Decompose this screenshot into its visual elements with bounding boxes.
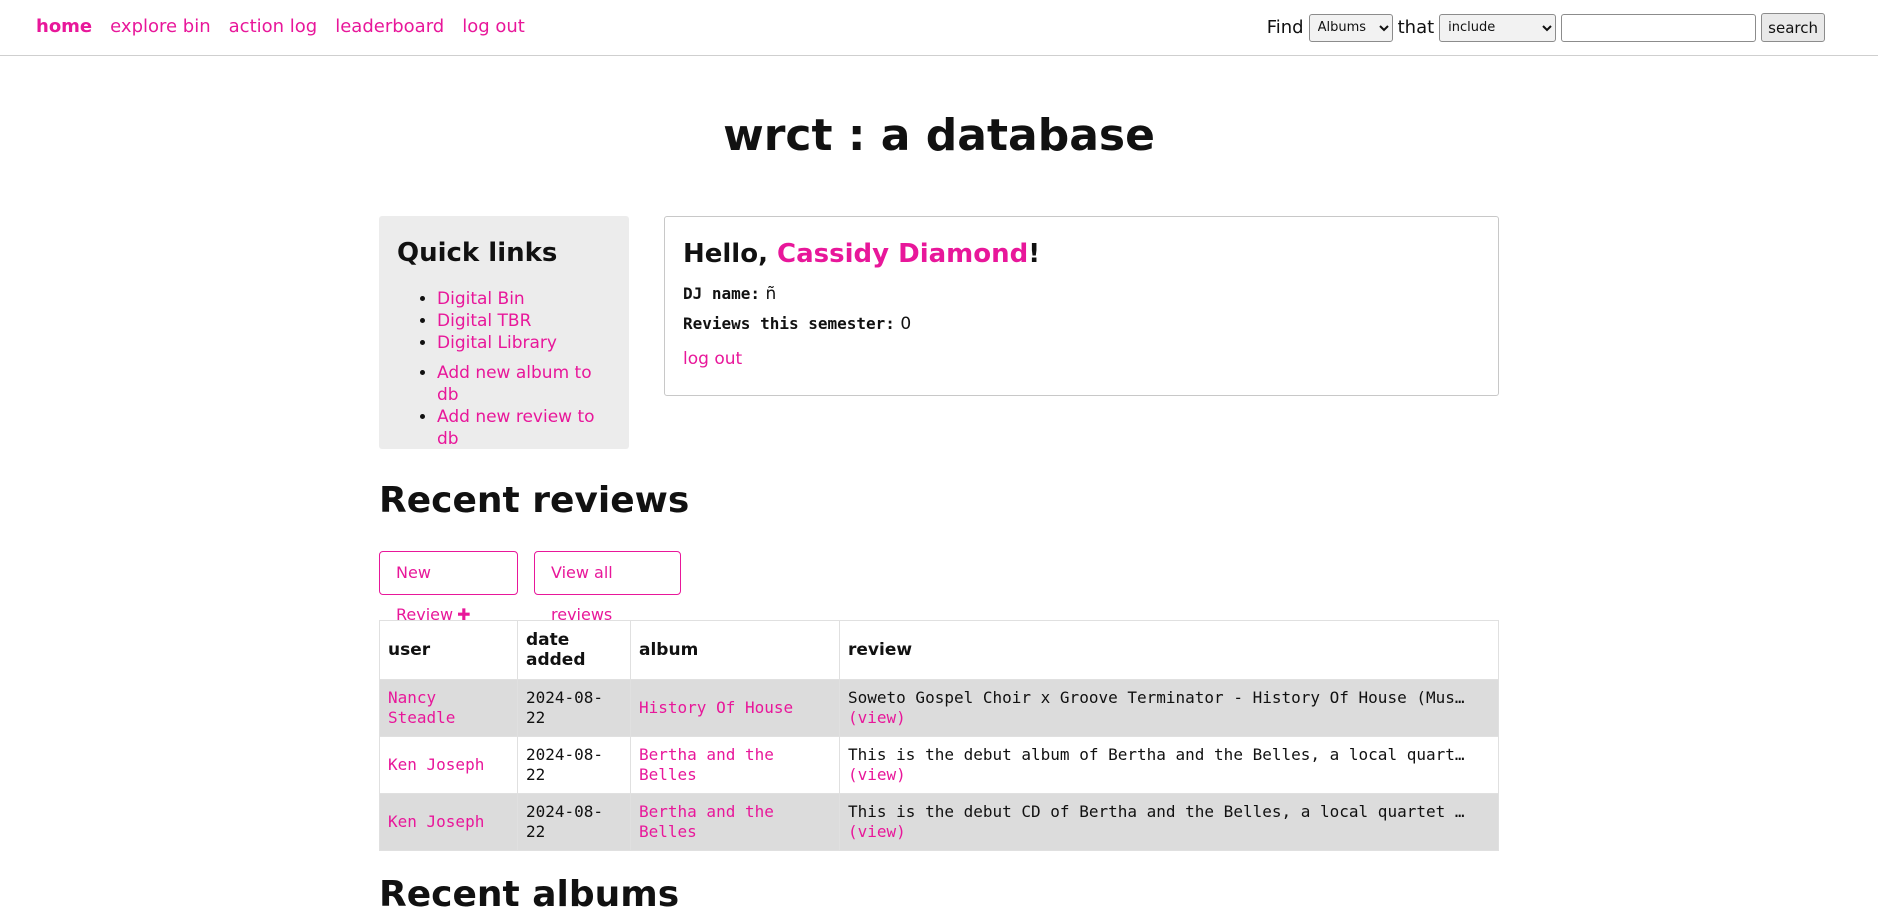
user-cell: Ken Joseph bbox=[379, 736, 518, 794]
recent-albums-title: Recent albums bbox=[379, 874, 680, 915]
nav-action-log-link[interactable]: action log bbox=[229, 16, 318, 38]
date-cell: 2024-08-22 bbox=[517, 736, 631, 794]
date-cell: 2024-08-22 bbox=[517, 679, 631, 737]
search-type-select[interactable]: Albums bbox=[1308, 13, 1393, 42]
new-review-button[interactable]: New Review ✚ bbox=[379, 551, 518, 624]
album-cell: Bertha and the Belles bbox=[630, 793, 840, 851]
reviews-table: user date added album review Nancy Stead… bbox=[379, 620, 1499, 851]
table-row: Ken Joseph 2024-08-22 Bertha and the Bel… bbox=[379, 793, 1499, 851]
list-item: Digital Bin bbox=[437, 288, 611, 310]
recent-reviews-title: Recent reviews bbox=[379, 480, 690, 521]
nav-home-link[interactable]: home bbox=[36, 16, 92, 38]
user-link[interactable]: Ken Joseph bbox=[388, 755, 484, 774]
list-item: Digital Library bbox=[437, 332, 611, 354]
table-header-row: user date added album review bbox=[379, 620, 1499, 680]
that-label: that bbox=[1397, 17, 1435, 38]
dj-name-row: DJ name: ñ bbox=[683, 279, 1480, 309]
new-review-label: New Review bbox=[396, 563, 454, 624]
table-row: Nancy Steadle 2024-08-22 History Of Hous… bbox=[379, 679, 1499, 737]
table-row: Ken Joseph 2024-08-22 Bertha and the Bel… bbox=[379, 736, 1499, 794]
column-header-review[interactable]: review bbox=[839, 620, 1499, 680]
user-info-panel: Hello, Cassidy Diamond! DJ name: ñ Revie… bbox=[664, 216, 1499, 396]
list-item: Digital TBR bbox=[437, 310, 611, 332]
search-button[interactable]: search bbox=[1761, 13, 1825, 42]
view-review-link[interactable]: (view) bbox=[848, 822, 906, 841]
add-review-link[interactable]: Add new review to db bbox=[437, 407, 595, 449]
nav-leaderboard-link[interactable]: leaderboard bbox=[335, 16, 444, 38]
review-text: This is the debut CD of Bertha and the B… bbox=[848, 802, 1465, 821]
quick-links-add-list: Add new album to db Add new review to db bbox=[397, 362, 611, 450]
view-all-reviews-button[interactable]: View all reviews bbox=[534, 551, 681, 624]
column-header-user[interactable]: user bbox=[379, 620, 518, 680]
main-nav: home explore bin action log leaderboard … bbox=[36, 16, 525, 38]
greeting-prefix: Hello, bbox=[683, 239, 778, 269]
review-cell: This is the debut album of Bertha and th… bbox=[839, 736, 1499, 794]
search-form: Find Albums that include search bbox=[1267, 13, 1825, 42]
list-item: Add new album to db bbox=[437, 362, 611, 406]
date-cell: 2024-08-22 bbox=[517, 793, 631, 851]
log-out-link[interactable]: log out bbox=[683, 349, 742, 369]
digital-bin-link[interactable]: Digital Bin bbox=[437, 289, 525, 309]
dj-name-value: ñ bbox=[765, 284, 777, 304]
search-input[interactable] bbox=[1561, 13, 1757, 42]
column-header-album[interactable]: album bbox=[630, 620, 840, 680]
find-label: Find bbox=[1266, 17, 1304, 38]
digital-library-link[interactable]: Digital Library bbox=[437, 333, 557, 353]
greeting: Hello, Cassidy Diamond! bbox=[683, 239, 1480, 269]
dj-name-label: DJ name: bbox=[683, 284, 761, 303]
review-count-value: 0 bbox=[900, 314, 912, 334]
album-cell: Bertha and the Belles bbox=[630, 736, 840, 794]
user-cell: Ken Joseph bbox=[379, 793, 518, 851]
review-text: This is the debut album of Bertha and th… bbox=[848, 745, 1465, 764]
user-cell: Nancy Steadle bbox=[379, 679, 518, 737]
review-text: Soweto Gospel Choir x Groove Terminator … bbox=[848, 688, 1465, 707]
user-link[interactable]: Ken Joseph bbox=[388, 812, 484, 831]
review-count-row: Reviews this semester: 0 bbox=[683, 309, 1480, 339]
album-link[interactable]: History Of House bbox=[639, 698, 793, 717]
add-album-link[interactable]: Add new album to db bbox=[437, 363, 592, 405]
greeting-suffix: ! bbox=[1028, 239, 1041, 269]
quick-links-title: Quick links bbox=[397, 238, 558, 268]
view-review-link[interactable]: (view) bbox=[848, 765, 906, 784]
page-title: wrct : a database bbox=[723, 110, 1155, 161]
review-cell: This is the debut CD of Bertha and the B… bbox=[839, 793, 1499, 851]
top-nav-bar: home explore bin action log leaderboard … bbox=[0, 0, 1878, 56]
album-link[interactable]: Bertha and the Belles bbox=[639, 802, 774, 841]
album-cell: History Of House bbox=[630, 679, 840, 737]
review-cell: Soweto Gospel Choir x Groove Terminator … bbox=[839, 679, 1499, 737]
digital-tbr-link[interactable]: Digital TBR bbox=[437, 311, 531, 331]
quick-links-panel: Quick links Digital Bin Digital TBR Digi… bbox=[379, 216, 629, 449]
list-item: Add new review to db bbox=[437, 406, 611, 450]
view-review-link[interactable]: (view) bbox=[848, 708, 906, 727]
user-link[interactable]: Nancy Steadle bbox=[388, 688, 455, 727]
quick-links-list: Digital Bin Digital TBR Digital Library bbox=[397, 288, 611, 354]
search-operator-select[interactable]: include bbox=[1439, 13, 1557, 42]
column-header-date[interactable]: date added bbox=[517, 620, 631, 680]
review-count-label: Reviews this semester: bbox=[683, 314, 895, 333]
nav-explore-bin-link[interactable]: explore bin bbox=[110, 16, 211, 38]
user-profile-link[interactable]: Cassidy Diamond bbox=[777, 239, 1028, 269]
nav-log-out-link[interactable]: log out bbox=[462, 16, 525, 38]
album-link[interactable]: Bertha and the Belles bbox=[639, 745, 774, 784]
